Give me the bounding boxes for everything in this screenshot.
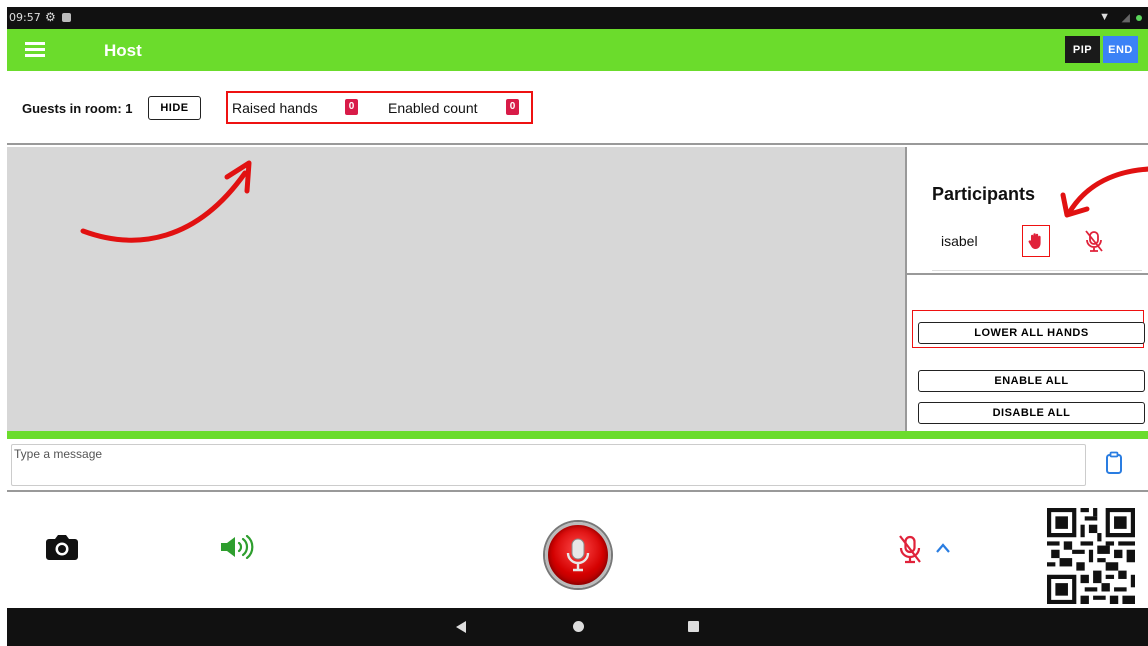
bottom-controls — [7, 492, 1148, 608]
participant-name: isabel — [941, 233, 978, 249]
participant-mic-off-icon[interactable] — [1083, 229, 1105, 253]
hide-button[interactable]: HIDE — [148, 96, 201, 120]
green-divider — [7, 431, 1148, 439]
enabled-count-badge: 0 — [506, 99, 519, 115]
end-button[interactable]: END — [1103, 36, 1138, 63]
guests-count-label: Guests in room: 1 — [22, 101, 133, 116]
camera-active-indicator-icon — [1136, 15, 1142, 21]
disable-all-button[interactable]: DISABLE ALL — [918, 402, 1145, 424]
participants-title: Participants — [932, 184, 1036, 204]
hamburger-menu-icon[interactable] — [25, 42, 45, 57]
signal-icon: ◢ — [1121, 12, 1130, 24]
page-title: Host — [104, 41, 142, 60]
message-bar — [7, 439, 1148, 492]
message-input[interactable] — [11, 444, 1086, 486]
annotation-arrow-icon — [1060, 166, 1148, 218]
enabled-count-label: Enabled count — [388, 100, 478, 116]
annotation-arrow-icon — [80, 160, 252, 243]
lower-all-hands-button[interactable]: LOWER ALL HANDS — [918, 322, 1145, 344]
record-mic-icon — [566, 538, 590, 572]
enable-all-button[interactable]: ENABLE ALL — [918, 370, 1145, 392]
mic-off-icon[interactable] — [897, 534, 923, 564]
raised-hand-icon — [1028, 233, 1041, 249]
pip-button[interactable]: PIP — [1065, 36, 1100, 63]
settings-gear-icon: ⚙ — [45, 10, 56, 24]
nav-recents-icon[interactable] — [688, 621, 699, 632]
notification-icon — [62, 13, 71, 22]
status-time: 09:57 — [9, 11, 41, 24]
qr-code — [1047, 508, 1135, 604]
room-info-bar: Guests in room: 1 HIDE Raised hands 0 En… — [7, 71, 1148, 145]
status-bar: 09:57 ⚙ ▼ ◢ — [7, 7, 1148, 29]
app-frame: 09:57 ⚙ ▼ ◢ Host PIP END Guests in room:… — [7, 7, 1148, 646]
raised-hand-button[interactable] — [1022, 225, 1050, 257]
record-mic-button[interactable] — [545, 522, 611, 588]
nav-back-icon[interactable] — [456, 621, 466, 633]
camera-icon[interactable] — [45, 533, 79, 561]
wifi-icon: ▼ — [1099, 11, 1110, 23]
app-bar: Host PIP END — [7, 29, 1148, 71]
raised-hands-badge: 0 — [345, 99, 358, 115]
participants-panel: Participants isabel LOWER ALL HANDS ENAB… — [905, 147, 1148, 431]
speaker-icon[interactable] — [219, 535, 255, 559]
system-nav-bar — [7, 608, 1148, 646]
raised-hands-label: Raised hands — [232, 100, 318, 116]
nav-home-icon[interactable] — [573, 621, 584, 632]
chevron-up-icon[interactable] — [935, 542, 951, 554]
participant-row-divider — [932, 270, 1142, 271]
clipboard-icon[interactable] — [1105, 451, 1123, 475]
